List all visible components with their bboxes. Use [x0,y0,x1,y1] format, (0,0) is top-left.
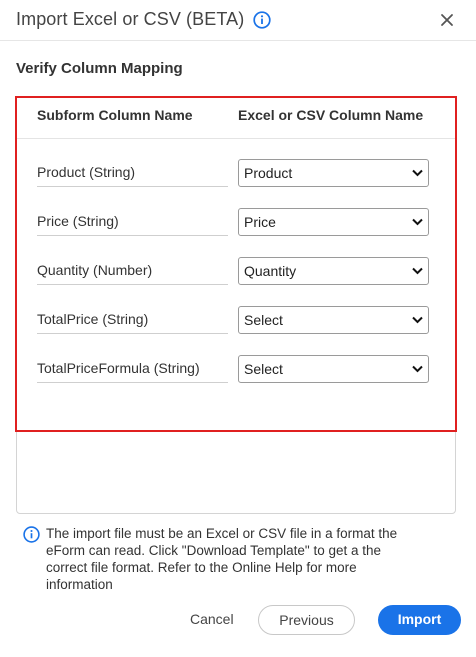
chevron-down-icon [412,267,423,275]
import-button[interactable]: Import [378,605,461,635]
excel-column-header: Excel or CSV Column Name [238,107,424,123]
subform-column-label: TotalPrice (String) [37,305,228,334]
section-title: Verify Column Mapping [16,60,183,77]
chevron-down-icon [412,169,423,177]
subform-column-label: Quantity (Number) [37,256,228,285]
select-value: Select [244,312,283,328]
previous-button[interactable]: Previous [258,605,355,635]
header-divider [17,138,455,139]
excel-column-select[interactable]: Price [238,208,429,236]
import-help-note: The import file must be an Excel or CSV … [46,526,398,592]
info-icon[interactable] [253,11,271,29]
chevron-down-icon [412,316,423,324]
chevron-down-icon [412,218,423,226]
dialog-header: Import Excel or CSV (BETA) [0,0,476,41]
select-value: Price [244,214,276,230]
subform-column-label: Price (String) [37,207,228,236]
subform-column-header: Subform Column Name [37,107,193,123]
subform-column-label: Product (String) [37,158,228,187]
close-icon[interactable] [437,10,457,30]
select-value: Product [244,165,293,181]
dialog-title: Import Excel or CSV (BETA) [16,9,245,29]
cancel-button[interactable]: Cancel [190,611,234,627]
select-value: Quantity [244,263,297,279]
import-dialog: Import Excel or CSV (BETA) Verify Column… [0,0,476,657]
excel-column-select[interactable]: Quantity [238,257,429,285]
excel-column-select[interactable]: Select [238,355,429,383]
excel-column-select[interactable]: Select [238,306,429,334]
excel-column-select[interactable]: Product [238,159,429,187]
subform-column-label: TotalPriceFormula (String) [37,354,228,383]
chevron-down-icon [412,365,423,373]
info-icon [23,526,40,543]
select-value: Select [244,361,283,377]
